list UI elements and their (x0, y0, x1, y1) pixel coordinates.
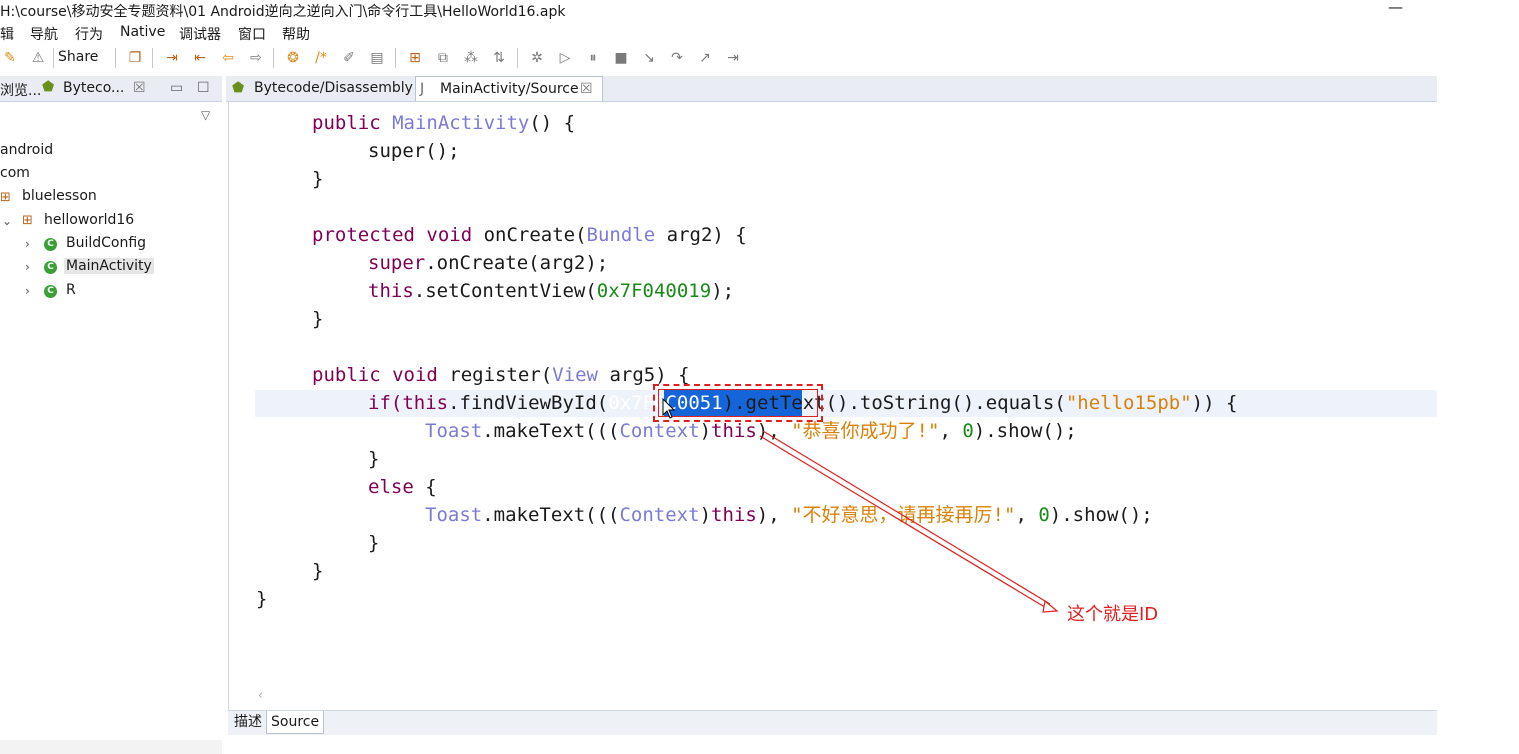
tab-description[interactable]: 描述 (230, 711, 266, 733)
scroll-left-icon[interactable]: ‹ (258, 688, 263, 702)
annotation-arrow (759, 430, 1059, 613)
tab-source[interactable]: Source (266, 711, 325, 734)
editor-bottom-tabbar: 描述 Source (228, 710, 1437, 735)
right-margin (1437, 76, 1519, 754)
mouse-cursor-icon (662, 398, 676, 419)
annotation-label: 这个就是ID (1067, 604, 1159, 625)
